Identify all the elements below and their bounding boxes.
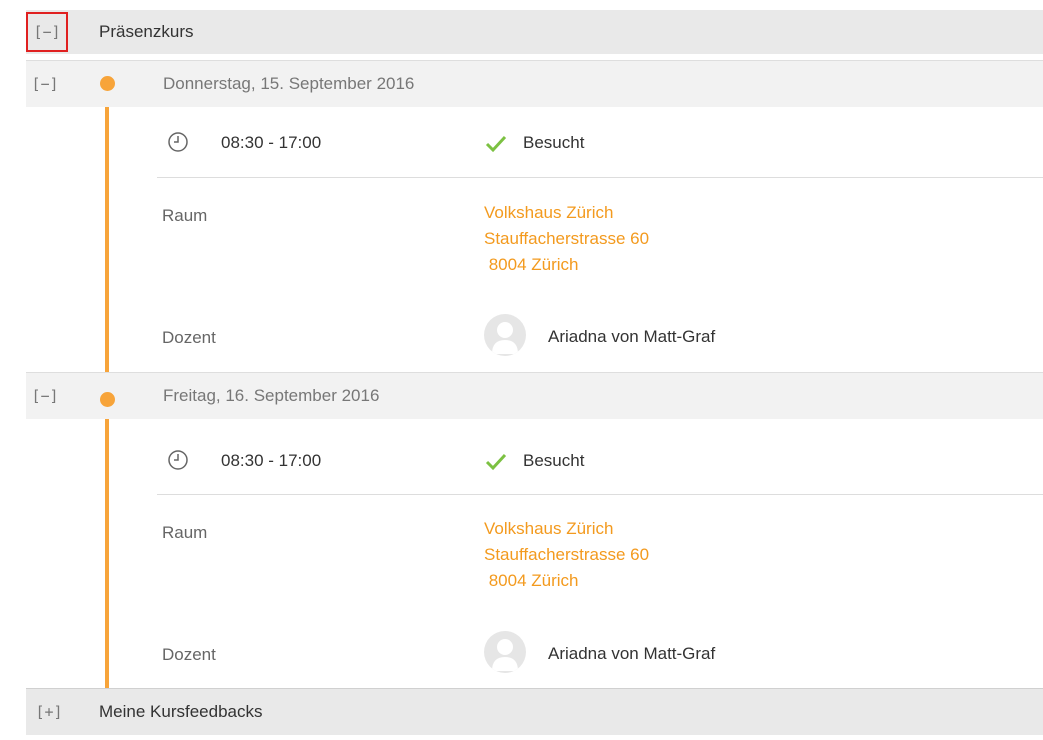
collapse-toggle-day-1[interactable]: [−] [30,71,60,97]
avatar [484,631,526,673]
day-date-2: Freitag, 16. September 2016 [163,386,380,405]
user-placeholder-icon [492,639,518,671]
day-date-1: Donnerstag, 15. September 2016 [163,74,415,93]
section-title-presence: Präsenzkurs [99,22,194,41]
room-city[interactable]: 8004 Zürich [484,568,649,594]
room-street[interactable]: Stauffacherstrasse 60 [484,542,649,568]
teacher-name-2: Ariadna von Matt-Graf [548,644,716,663]
room-label-2: Raum [162,523,208,542]
collapse-toggle-day-2[interactable]: [−] [30,383,60,409]
divider [157,177,1043,178]
room-address-2[interactable]: Volkshaus Zürich Stauffacherstrasse 60 8… [484,516,649,594]
room-name-link[interactable]: Volkshaus Zürich [484,200,649,226]
timeline-dot-day-1 [100,76,115,91]
day-header-1[interactable]: [−] Donnerstag, 15. September 2016 [26,60,1043,107]
expand-toggle-feedback[interactable]: [+] [34,699,64,725]
room-city[interactable]: 8004 Zürich [484,252,649,278]
section-title-feedback: Meine Kursfeedbacks [99,702,263,721]
day-header-2[interactable]: [−] Freitag, 16. September 2016 [26,372,1043,419]
divider [157,494,1043,495]
check-icon [485,135,507,153]
attendance-status-1: Besucht [523,133,585,152]
attendance-status-2: Besucht [523,451,585,470]
teacher-label-2: Dozent [162,645,216,664]
timeline-dot-day-2 [100,392,115,407]
room-street[interactable]: Stauffacherstrasse 60 [484,226,649,252]
room-label-1: Raum [162,206,208,225]
collapse-toggle-presence[interactable]: [−] [26,12,68,52]
room-address-1[interactable]: Volkshaus Zürich Stauffacherstrasse 60 8… [484,200,649,278]
room-name-link[interactable]: Volkshaus Zürich [484,516,649,542]
user-placeholder-icon [492,322,518,354]
course-detail-panel: [−] Präsenzkurs [−] Donnerstag, 15. Sept… [26,10,1043,740]
session-time-2: 08:30 - 17:00 [221,451,322,470]
teacher-label-1: Dozent [162,328,216,347]
clock-icon [168,450,188,470]
section-header-presence[interactable]: [−] Präsenzkurs [26,10,1043,54]
check-icon [485,453,507,471]
clock-icon [168,132,188,152]
section-header-feedback[interactable]: [+] Meine Kursfeedbacks [26,688,1043,735]
teacher-name-1: Ariadna von Matt-Graf [548,327,716,346]
session-time-1: 08:30 - 17:00 [221,133,322,152]
avatar [484,314,526,356]
